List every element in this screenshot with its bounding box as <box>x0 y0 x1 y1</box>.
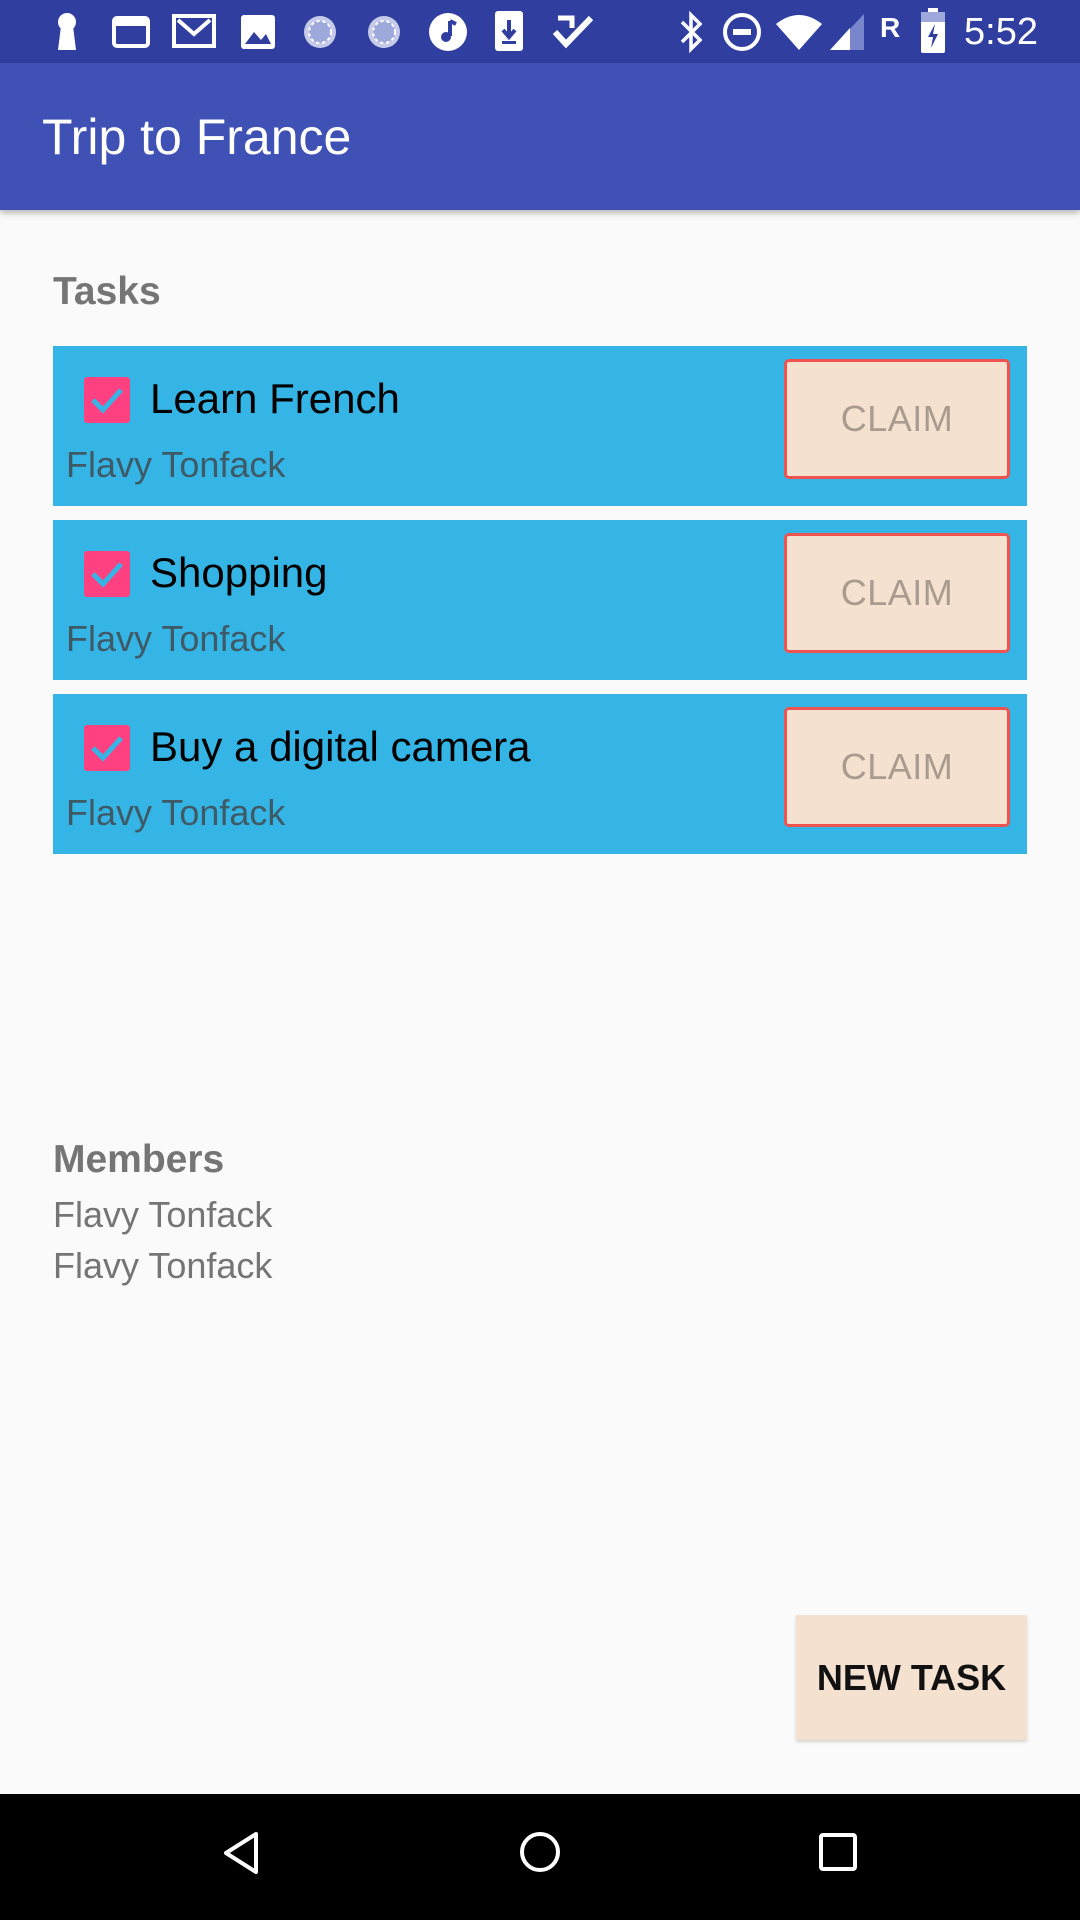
new-task-button[interactable]: NEW TASK <box>796 1615 1027 1740</box>
task-checkbox[interactable] <box>84 725 130 771</box>
tasks-heading: Tasks <box>53 270 161 313</box>
recents-icon[interactable] <box>818 1832 858 1872</box>
task-owner: Flavy Tonfack <box>66 444 286 485</box>
check-icon <box>91 736 123 762</box>
task-title: Learn French <box>150 375 400 422</box>
gmail-icon <box>172 14 216 48</box>
task-owner: Flavy Tonfack <box>66 792 286 833</box>
claim-button[interactable]: CLAIM <box>784 533 1010 653</box>
page-title: Trip to France <box>42 109 352 165</box>
image-icon <box>241 15 275 49</box>
task-title: Buy a digital camera <box>150 723 531 770</box>
task-card[interactable]: Buy a digital camera Flavy Tonfack CLAIM <box>53 694 1027 854</box>
members-heading: Members <box>53 1138 225 1181</box>
task-checkbox[interactable] <box>84 377 130 423</box>
wifi-icon <box>776 15 822 50</box>
task-checkbox[interactable] <box>84 551 130 597</box>
window-icon <box>112 16 150 48</box>
check-icon <box>552 15 594 49</box>
app-bar: Trip to France <box>0 63 1080 210</box>
home-icon[interactable] <box>518 1830 562 1874</box>
roaming-label: R <box>880 12 901 43</box>
music-icon <box>429 13 467 51</box>
battery-charging-icon <box>921 8 945 53</box>
status-time: 5:52 <box>964 11 1038 53</box>
member-name: Flavy Tonfack <box>53 1194 273 1235</box>
loading-icon <box>304 16 336 48</box>
task-card[interactable]: Shopping Flavy Tonfack CLAIM <box>53 520 1027 680</box>
check-icon <box>91 388 123 414</box>
status-bar: R 5:52 <box>0 0 1080 63</box>
screen: R 5:52 Trip to France Tasks Learn French… <box>0 0 1080 1920</box>
claim-button[interactable]: CLAIM <box>784 707 1010 827</box>
download-icon <box>495 11 523 51</box>
keyhole-icon <box>58 13 76 50</box>
navigation-bar <box>0 1794 1080 1920</box>
check-icon <box>91 562 123 588</box>
claim-button[interactable]: CLAIM <box>784 359 1010 479</box>
signal-icon <box>830 14 864 50</box>
back-icon[interactable] <box>220 1830 262 1876</box>
loading-icon <box>368 16 400 48</box>
task-card[interactable]: Learn French Flavy Tonfack CLAIM <box>53 346 1027 506</box>
bluetooth-icon <box>680 10 703 54</box>
member-name: Flavy Tonfack <box>53 1245 273 1286</box>
do-not-disturb-icon <box>723 13 761 51</box>
task-owner: Flavy Tonfack <box>66 618 286 659</box>
task-title: Shopping <box>150 549 328 596</box>
